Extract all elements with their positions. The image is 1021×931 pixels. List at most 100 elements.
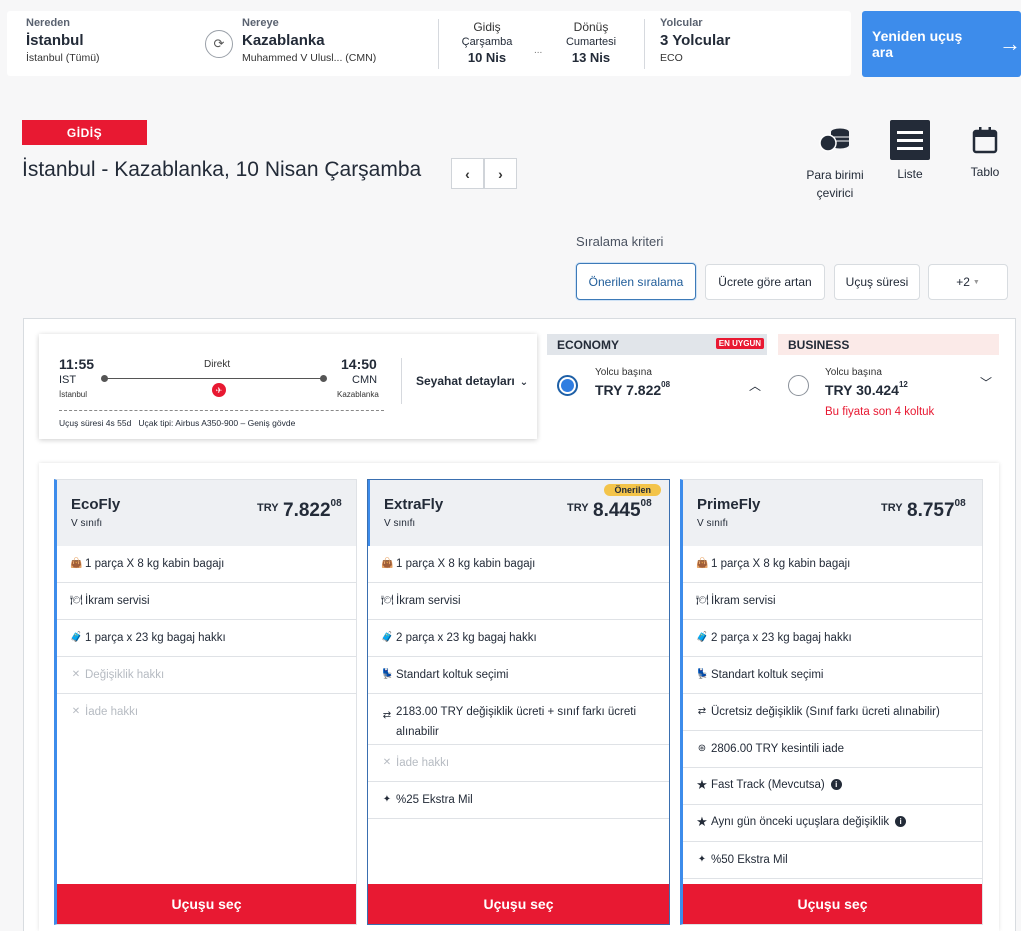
feature-row: ✦ %50 Ekstra Mil	[683, 842, 982, 879]
star-icon: ★	[696, 814, 708, 829]
departure-city: İstanbul	[59, 390, 88, 399]
cross-icon: ✕	[71, 669, 81, 680]
travel-details-label: Seyahat detayları	[416, 374, 515, 388]
cabin-class: ECO	[660, 52, 683, 64]
fare-class: V sınıfı	[71, 518, 103, 529]
select-flight-button[interactable]: Uçuşu seç	[57, 884, 356, 924]
sort-price-button[interactable]: Ücrete göre artan	[705, 264, 825, 300]
miles-icon: ✦	[697, 854, 707, 865]
feature-row: ✕ Değişiklik hakkı	[57, 657, 356, 694]
meal-icon: 🍽	[70, 595, 83, 606]
change-icon: ⇄	[382, 710, 392, 721]
origin-label: Nereden	[26, 17, 71, 29]
origin-city: İstanbul	[26, 32, 84, 49]
fare-price: 8.44508	[593, 498, 652, 521]
chevron-down-icon[interactable]: ﹀	[980, 374, 992, 391]
cabin-bag-icon: 👜	[696, 558, 709, 569]
economy-header: ECONOMY EN UYGUN	[547, 334, 767, 355]
feature-row: ★ Aynı gün önceki uçuşlara değişiklik i	[683, 805, 982, 842]
fare-class: V sınıfı	[384, 518, 416, 529]
next-day-button[interactable]: ›	[484, 158, 517, 189]
date-separator: ...	[534, 45, 543, 56]
search-summary-bar: Nereden İstanbul İstanbul (Tümü) Nereye …	[7, 11, 851, 76]
feature-row: 🧳 2 parça x 23 kg bagaj hakkı	[368, 620, 669, 657]
table-view-button[interactable]: Tablo	[965, 126, 1005, 179]
business-title: BUSINESS	[788, 337, 850, 352]
return-day: Cumartesi	[565, 36, 617, 48]
miles-icon: ✦	[382, 794, 392, 805]
select-flight-button[interactable]: Uçuşu seç	[368, 884, 669, 924]
fare-name: ExtraFly	[384, 496, 444, 513]
dashed-divider	[59, 410, 384, 411]
select-flight-button[interactable]: Uçuşu seç	[683, 884, 982, 924]
fare-currency: TRY	[567, 502, 589, 514]
economy-radio[interactable]	[557, 375, 578, 396]
destination-city: Kazablanka	[242, 32, 325, 49]
refund-icon: ⊛	[697, 743, 707, 754]
prev-day-button[interactable]: ‹	[451, 158, 484, 189]
currency-converter-button[interactable]: Para birimi çevirici	[800, 124, 870, 202]
return-date: 13 Nis	[571, 50, 611, 65]
page-title: İstanbul - Kazablanka, 10 Nisan Çarşamba	[22, 158, 422, 181]
departure-day: Çarşamba	[461, 36, 513, 48]
search-again-button[interactable]: Yeniden uçuş ara →	[862, 11, 1021, 77]
info-icon[interactable]: i	[895, 816, 907, 827]
fare-header: PrimeFly V sınıfı TRY 8.75708	[683, 480, 982, 546]
feature-row: ★ Fast Track (Mevcutsa) i	[683, 768, 982, 805]
fare-card-ecofly[interactable]: EcoFly V sınıfı TRY 7.82208 👜 1 parça X 8…	[54, 479, 357, 925]
sort-label: Sıralama kriteri	[576, 234, 664, 249]
fare-name: EcoFly	[71, 496, 121, 513]
origin-sub: İstanbul (Tümü)	[26, 52, 100, 64]
list-view-label: Liste	[897, 167, 923, 181]
return-date-field[interactable]: Dönüş Cumartesi 13 Nis	[559, 20, 623, 65]
list-view-button[interactable]: Liste	[888, 120, 932, 181]
return-label: Dönüş	[573, 20, 609, 34]
departure-date-field[interactable]: Gidiş Çarşamba 10 Nis	[455, 20, 519, 65]
fare-card-extrafly[interactable]: Önerilen ExtraFly V sınıfı TRY 8.44508 👜…	[367, 479, 670, 925]
passengers-field[interactable]: Yolcular 3 Yolcular ECO	[660, 17, 730, 64]
cross-icon: ✕	[382, 757, 392, 768]
feature-row: ✕ İade hakkı	[71, 706, 139, 718]
business-header: BUSINESS	[778, 334, 999, 355]
cabin-bag-icon: 👜	[381, 558, 394, 569]
coins-icon	[819, 128, 849, 152]
fare-header: EcoFly V sınıfı TRY 7.82208	[57, 480, 356, 546]
business-option[interactable]: BUSINESS Yolcu başına TRY 30.42412 Bu fi…	[778, 334, 999, 439]
feature-row: 💺 Standart koltuk seçimi	[368, 657, 669, 694]
list-icon	[890, 120, 930, 160]
departure-code: IST	[59, 374, 77, 386]
business-price: TRY 30.42412	[825, 380, 908, 398]
chevron-up-icon[interactable]: ︿	[749, 377, 761, 394]
luggage-icon: 🧳	[70, 632, 83, 643]
fare-card-primefly[interactable]: PrimeFly V sınıfı TRY 8.75708 👜 1 parça X…	[680, 479, 983, 925]
info-icon[interactable]: i	[830, 779, 842, 790]
departure-time: 11:55	[59, 356, 95, 372]
feature-row: 👜 1 parça X 8 kg kabin bagajı	[368, 546, 669, 583]
economy-option[interactable]: ECONOMY EN UYGUN Yolcu başına TRY 7.8220…	[547, 334, 767, 453]
seat-icon: 💺	[696, 669, 709, 680]
chevron-down-icon: ▼	[972, 278, 980, 286]
meal-icon: 🍽	[381, 595, 394, 606]
destination-label: Nereye	[242, 17, 279, 29]
star-icon: ★	[696, 777, 708, 792]
travel-details-button[interactable]: Seyahat detayları ⌄	[416, 374, 528, 388]
luggage-icon: 🧳	[381, 632, 394, 643]
sort-duration-button[interactable]: Uçuş süresi	[834, 264, 920, 300]
swap-icon[interactable]: ⟳	[205, 30, 233, 58]
feature-row: 🍽 İkram servisi	[683, 583, 982, 620]
feature-row: 💺 Standart koltuk seçimi	[683, 657, 982, 694]
destination-field[interactable]: Nereye Kazablanka Muhammed V Ulusl... (C…	[242, 17, 376, 64]
flight-meta: Uçuş süresi 4s 55d Uçak tipi: Airbus A35…	[59, 418, 296, 428]
sort-more-button[interactable]: +2 ▼	[928, 264, 1008, 300]
feature-row: 🍽 İkram servisi	[57, 583, 356, 620]
passengers-label: Yolcular	[660, 17, 703, 29]
sort-recommended-button[interactable]: Önerilen sıralama	[576, 263, 696, 300]
destination-sub: Muhammed V Ulusl... (CMN)	[242, 52, 377, 64]
per-passenger-label: Yolcu başına	[595, 367, 652, 378]
feature-row: ✦ %25 Ekstra Mil	[368, 782, 669, 819]
flight-type: Direkt	[204, 359, 231, 370]
business-radio[interactable]	[788, 375, 809, 396]
origin-field[interactable]: Nereden İstanbul İstanbul (Tümü)	[26, 17, 100, 64]
currency-converter-label: Para birimi çevirici	[806, 168, 864, 200]
divider	[401, 358, 402, 404]
